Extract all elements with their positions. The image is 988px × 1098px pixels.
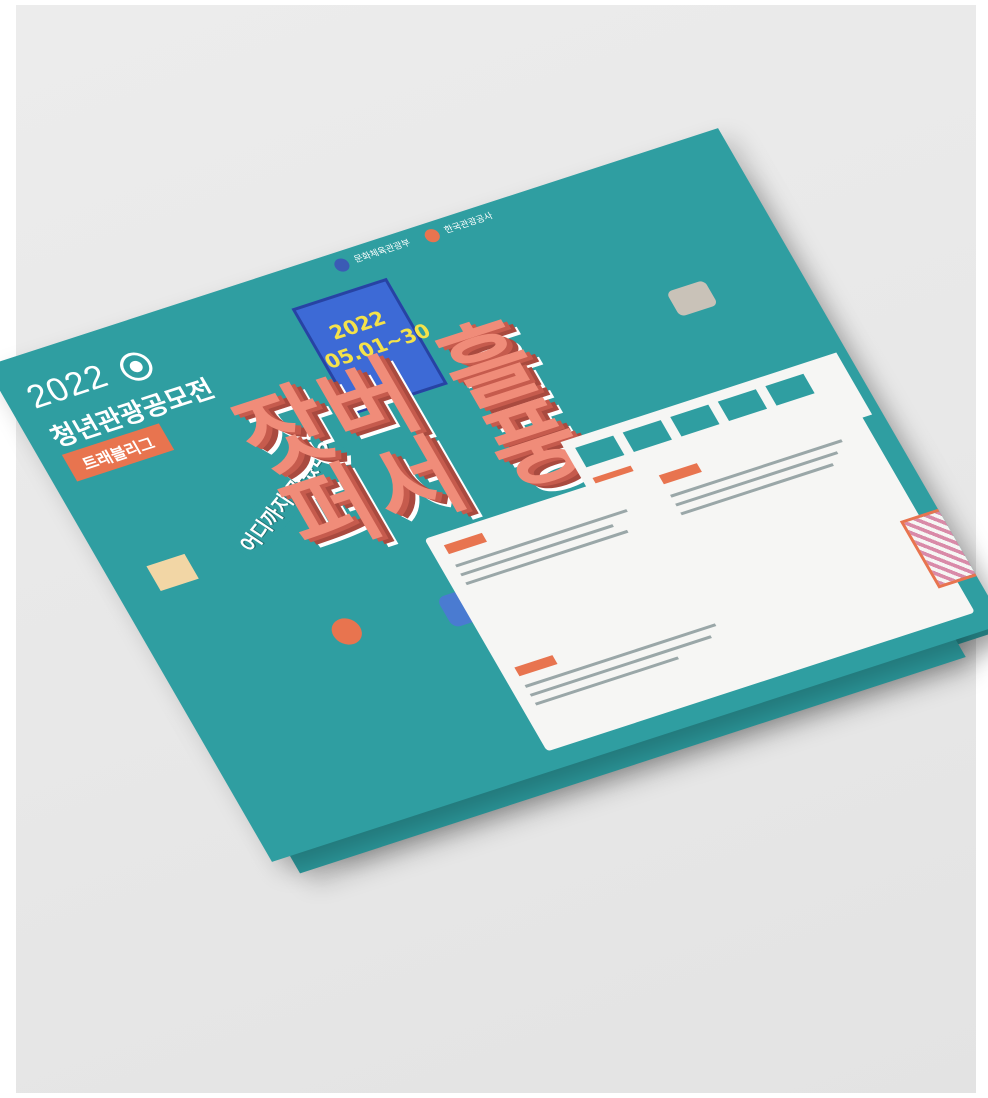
section-label <box>443 532 487 555</box>
section-label <box>514 655 558 677</box>
text-line <box>529 635 712 697</box>
schedule-step <box>765 373 815 406</box>
text-line <box>460 524 614 577</box>
schedule-step <box>717 389 768 422</box>
text-line <box>680 463 834 516</box>
schedule-step <box>575 435 625 468</box>
schedule-step <box>670 404 720 437</box>
camera-illustration <box>665 279 719 318</box>
map-illustration <box>146 553 199 591</box>
section-label <box>658 463 702 485</box>
text-line <box>465 529 629 586</box>
umbrella-illustration <box>326 614 368 649</box>
text-line <box>675 451 839 507</box>
ministry-emblem-icon <box>331 256 352 273</box>
schedule-step <box>622 420 672 452</box>
contest-emblem-icon <box>114 348 159 385</box>
kto-logo-text: 한국관광공사 <box>442 211 496 236</box>
kto-emblem-icon <box>421 226 443 244</box>
